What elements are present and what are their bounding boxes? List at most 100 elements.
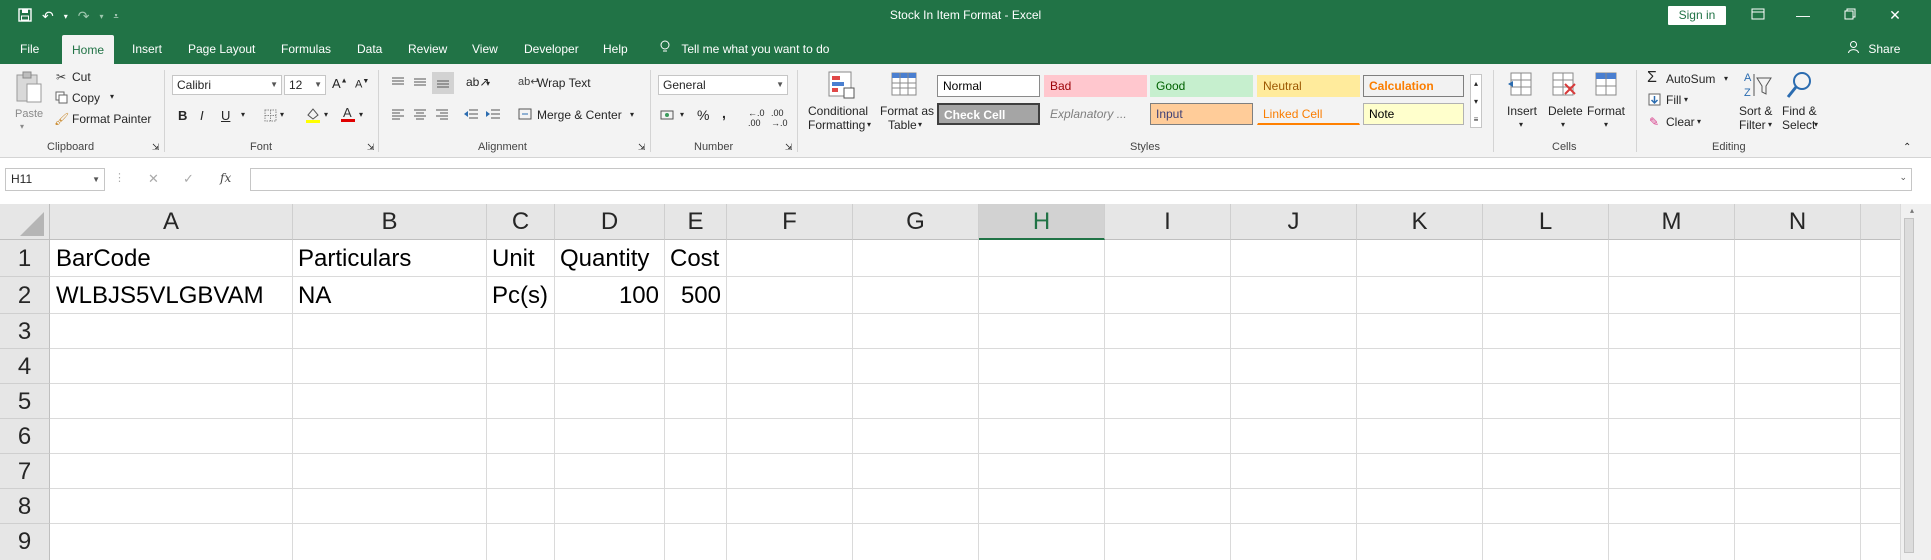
underline-dropdown-icon[interactable]: ▾ [241,110,245,119]
cell-d2[interactable]: 100 [555,278,664,313]
style-linked-cell[interactable]: Linked Cell [1257,103,1360,125]
row-header-3[interactable]: 3 [0,314,50,349]
ribbon-display-icon[interactable] [1748,5,1768,25]
style-bad[interactable]: Bad [1044,75,1147,97]
delete-dropdown-icon[interactable]: ▾ [1561,120,1565,129]
scroll-thumb[interactable] [1904,218,1914,553]
delete-button[interactable]: Delete [1548,104,1583,118]
cell-b2[interactable]: NA [293,278,486,313]
paste-icon[interactable] [12,70,46,106]
sort-dropdown-icon[interactable]: ▾ [1768,120,1772,129]
format-table-dropdown-icon[interactable]: ▾ [918,120,922,129]
bold-button[interactable]: B [178,108,187,123]
tab-formulas[interactable]: Formulas [281,40,331,59]
merge-center-button[interactable]: Merge & Center [537,108,622,122]
find-select-label-2[interactable]: Select [1782,118,1815,132]
borders-icon[interactable] [263,109,277,123]
align-center-icon[interactable] [412,108,428,122]
italic-button[interactable]: I [200,108,204,123]
formula-input[interactable]: ⌄ [250,168,1912,191]
increase-font-icon[interactable]: A▲ [332,76,348,91]
column-header-d[interactable]: D [555,204,665,240]
comma-button[interactable]: , [722,105,726,121]
fill-button[interactable]: Fill [1666,93,1681,107]
clear-dropdown-icon[interactable]: ▾ [1697,117,1701,126]
style-explanatory[interactable]: Explanatory ... [1044,103,1147,125]
styles-scroll-icon[interactable]: ▴ ▾ ≡ [1470,74,1482,128]
clear-button[interactable]: Clear [1666,115,1695,129]
cut-button[interactable]: Cut [72,70,91,84]
sign-in-button[interactable]: Sign in [1668,6,1726,25]
style-note[interactable]: Note [1363,103,1464,125]
tell-me-box[interactable]: Tell me what you want to do [660,40,829,59]
format-dropdown-icon[interactable]: ▾ [1604,120,1608,129]
style-calculation[interactable]: Calculation [1363,75,1464,97]
style-normal[interactable]: Normal [937,75,1040,97]
tab-developer[interactable]: Developer [524,40,579,59]
autosum-button[interactable]: AutoSum [1666,72,1715,86]
cell-c2[interactable]: Pc(s) [487,278,554,313]
column-header-b[interactable]: B [293,204,487,240]
align-top-icon[interactable] [390,76,406,90]
align-left-icon[interactable] [390,108,406,122]
column-header-a[interactable]: A [50,204,293,240]
wrap-text-button[interactable]: Wrap Text [537,76,591,90]
underline-button[interactable]: U [221,108,230,123]
row-header-8[interactable]: 8 [0,489,50,524]
conditional-formatting-label-2[interactable]: Formatting [808,118,865,132]
tab-data[interactable]: Data [357,40,382,59]
clipboard-launcher-icon[interactable]: ⇲ [152,142,160,153]
insert-function-button[interactable]: fx [220,171,231,185]
align-middle-icon[interactable] [412,76,428,90]
font-color-dropdown-icon[interactable]: ▾ [359,110,363,119]
tab-home[interactable]: Home [62,35,115,64]
close-icon[interactable]: ✕ [1885,5,1905,25]
scroll-up-icon[interactable]: ▴ [1910,206,1914,215]
format-button[interactable]: Format [1587,104,1625,118]
tab-help[interactable]: Help [603,40,628,59]
conditional-formatting-label[interactable]: Conditional [808,104,868,118]
column-header-i[interactable]: I [1105,204,1231,240]
name-box[interactable]: H11 ▼ [5,168,105,191]
cell-a2[interactable]: WLBJS5VLGBVAM [51,278,292,313]
fill-dropdown-icon[interactable]: ▾ [1684,95,1688,104]
accounting-dropdown-icon[interactable]: ▾ [680,110,684,119]
tab-insert[interactable]: Insert [132,40,162,59]
font-size-select[interactable]: 12 ▼ [284,75,326,95]
autosum-dropdown-icon[interactable]: ▾ [1724,74,1728,83]
font-family-select[interactable]: Calibri ▼ [172,75,282,95]
style-good[interactable]: Good [1150,75,1253,97]
sort-filter-label-2[interactable]: Filter [1739,118,1766,132]
row-header-6[interactable]: 6 [0,419,50,454]
insert-dropdown-icon[interactable]: ▾ [1519,120,1523,129]
cell-e1[interactable]: Cost [665,242,726,276]
tab-file[interactable]: File [20,40,39,59]
font-color-icon[interactable]: A [340,105,356,123]
style-input[interactable]: Input [1150,103,1253,125]
format-painter-button[interactable]: Format Painter [72,112,151,126]
row-header-9[interactable]: 9 [0,524,50,560]
column-header-h[interactable]: H [979,204,1105,240]
cell-b1[interactable]: Particulars [293,242,486,276]
borders-dropdown-icon[interactable]: ▾ [280,110,284,119]
vertical-scrollbar[interactable]: ▴ [1900,204,1931,560]
style-check-cell[interactable]: Check Cell [937,103,1040,125]
percent-button[interactable]: % [697,107,709,123]
merge-dropdown-icon[interactable]: ▾ [630,110,634,119]
cell-c1[interactable]: Unit [487,242,554,276]
cell-a1[interactable]: BarCode [51,242,292,276]
cell-e2[interactable]: 500 [665,278,726,313]
column-header-f[interactable]: F [727,204,853,240]
number-launcher-icon[interactable]: ⇲ [785,142,793,153]
cell-d1[interactable]: Quantity [555,242,664,276]
row-header-7[interactable]: 7 [0,454,50,489]
decrease-font-icon[interactable]: A▼ [355,78,369,91]
column-header-n[interactable]: N [1735,204,1861,240]
row-header-2[interactable]: 2 [0,277,50,314]
insert-button[interactable]: Insert [1507,104,1537,118]
alignment-launcher-icon[interactable]: ⇲ [638,142,646,153]
minimize-icon[interactable]: — [1793,5,1813,25]
accounting-format-icon[interactable] [660,108,678,122]
style-neutral[interactable]: Neutral [1257,75,1360,97]
column-header-l[interactable]: L [1483,204,1609,240]
